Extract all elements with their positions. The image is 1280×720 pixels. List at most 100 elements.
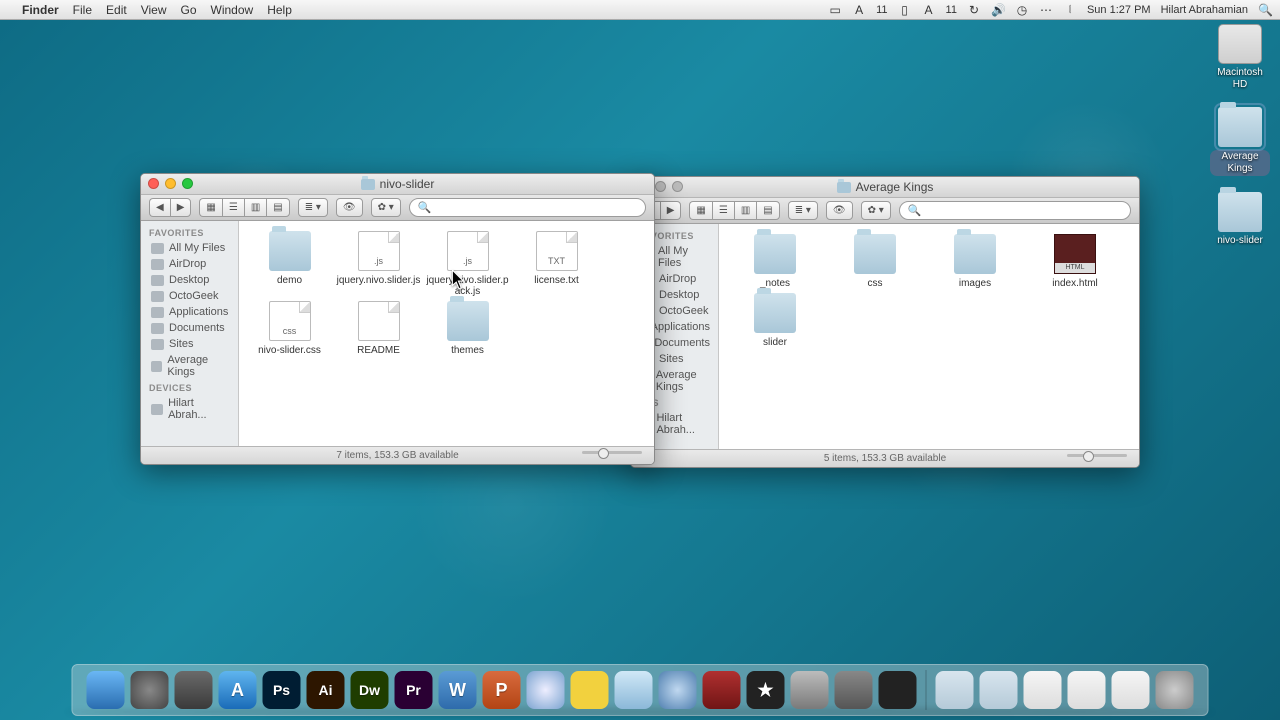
dock-app-imovie[interactable]: ★ [747,671,785,709]
sidebar-item[interactable]: Sites [141,336,238,352]
dock-app-safari[interactable] [527,671,565,709]
dock-app-illustrator[interactable]: Ai [307,671,345,709]
sidebar-item[interactable]: Hilart Abrah... [141,395,238,423]
titlebar[interactable]: nivo-slider [141,174,654,195]
column-view-button[interactable]: ▥ [734,201,756,220]
file-item[interactable]: .jsjquery.nivo.slider.js [334,231,423,297]
arrange-button[interactable]: ≣ ▾ [298,198,328,217]
file-pane[interactable]: _notescssimagesHTMLindex.html slider [719,224,1139,449]
menu-extras-icon[interactable]: ⋯ [1039,3,1053,17]
app-menu[interactable]: Finder [22,3,59,17]
action-button[interactable]: ✿ ▾ [371,198,401,217]
quicklook-button[interactable]: 👁 [826,201,853,220]
dock-folder-stack[interactable] [1112,671,1150,709]
sync-icon[interactable]: ↻ [967,3,981,17]
adobe-icon[interactable]: A [852,3,866,17]
sidebar-item[interactable]: AirDrop [141,256,238,272]
clock[interactable]: Sun 1:27 PM [1087,4,1151,16]
dock-app-premiere[interactable]: Pr [395,671,433,709]
desktop-icon-average-kings[interactable]: Average Kings [1210,107,1270,176]
file-item[interactable]: slider [725,293,825,348]
file-item[interactable]: cssnivo-slider.css [245,301,334,356]
dock-app-handbrake[interactable] [835,671,873,709]
minimize-button[interactable] [165,178,176,189]
zoom-slider[interactable] [1067,454,1127,457]
menu-help[interactable]: Help [267,3,292,17]
dock-app-powerpoint[interactable]: P [483,671,521,709]
sidebar-item[interactable]: All My Files [141,240,238,256]
finder-window-back[interactable]: Average Kings ◀ ▶ ▦ ☰ ▥ ▤ ≣ ▾ 👁 ✿ ▾ 🔍 FA… [630,176,1140,468]
file-item[interactable]: css [825,234,925,289]
menu-view[interactable]: View [141,3,167,17]
dock-documents-stack[interactable] [980,671,1018,709]
volume-icon[interactable]: 🔊 [991,3,1005,17]
desktop-icon-nivo-slider[interactable]: nivo-slider [1210,192,1270,247]
dock-app-mission-control[interactable] [175,671,213,709]
sidebar-item[interactable]: OctoGeek [141,288,238,304]
desktop-icon-hd[interactable]: Macintosh HD [1210,24,1270,91]
file-item[interactable]: images [925,234,1025,289]
dock-app-app-store[interactable]: A [219,671,257,709]
search-field[interactable]: 🔍 [899,201,1131,220]
file-item[interactable]: themes [423,301,512,356]
back-button[interactable]: ◀ [149,198,170,217]
menu-window[interactable]: Window [211,3,254,17]
menu-edit[interactable]: Edit [106,3,127,17]
dock-app-iphoto[interactable] [703,671,741,709]
sidebar-item[interactable]: Applications [141,304,238,320]
dock-applications-stack[interactable] [936,671,974,709]
dock-app-dreamweaver[interactable]: Dw [351,671,389,709]
sidebar-item[interactable]: Documents [141,320,238,336]
sidebar-item[interactable]: Average Kings [141,352,238,380]
zoom-button[interactable] [182,178,193,189]
wifi-icon[interactable]: ⧙ [1063,2,1077,17]
forward-button[interactable]: ▶ [660,201,682,220]
sidebar-item[interactable]: Desktop [141,272,238,288]
battery1-icon[interactable]: ▯ [898,3,912,17]
file-item[interactable]: _notes [725,234,825,289]
minimize-button[interactable] [655,181,666,192]
timemachine-icon[interactable]: ◷ [1015,3,1029,17]
dock-downloads-stack[interactable] [1024,671,1062,709]
file-item[interactable]: HTMLindex.html [1025,234,1125,289]
close-button[interactable] [148,178,159,189]
file-item[interactable]: README [334,301,423,356]
coverflow-view-button[interactable]: ▤ [266,198,289,217]
icon-view-button[interactable]: ▦ [199,198,221,217]
dock-app-photoshop[interactable]: Ps [263,671,301,709]
action-button[interactable]: ✿ ▾ [861,201,891,220]
dock-app-tweetdeck[interactable] [571,671,609,709]
search-field[interactable]: 🔍 [409,198,646,217]
forward-button[interactable]: ▶ [170,198,192,217]
list-view-button[interactable]: ☰ [712,201,734,220]
dock-app-final-cut[interactable] [879,671,917,709]
dock-app-word[interactable]: W [439,671,477,709]
finder-window-front[interactable]: nivo-slider ◀ ▶ ▦ ☰ ▥ ▤ ≣ ▾ 👁 ✿ ▾ 🔍 FAVO… [140,173,655,465]
arrange-button[interactable]: ≣ ▾ [788,201,818,220]
dock-app-mail[interactable] [615,671,653,709]
file-pane[interactable]: demo.jsjquery.nivo.slider.js.jsjquery.ni… [239,221,654,446]
user-menu[interactable]: Hilart Abrahamian [1161,4,1248,16]
zoom-button[interactable] [672,181,683,192]
spotlight-icon[interactable]: 🔍 [1258,3,1272,17]
dock-app-finder[interactable] [87,671,125,709]
quicklook-button[interactable]: 👁 [336,198,363,217]
file-item[interactable]: TXTlicense.txt [512,231,601,297]
dock-app-launchpad[interactable] [131,671,169,709]
titlebar[interactable]: Average Kings [631,177,1139,198]
menu-go[interactable]: Go [181,3,197,17]
adobe2-icon[interactable]: A [922,3,936,17]
display-icon[interactable]: ▭ [828,3,842,17]
dock-desktop-stack[interactable] [1068,671,1106,709]
file-item[interactable]: demo [245,231,334,297]
dock-app-preferences[interactable] [791,671,829,709]
dock-app-itunes[interactable] [659,671,697,709]
dock-trash[interactable] [1156,671,1194,709]
icon-view-button[interactable]: ▦ [689,201,711,220]
menu-file[interactable]: File [73,3,92,17]
column-view-button[interactable]: ▥ [244,198,266,217]
file-item[interactable]: .jsjquery.nivo.slider.pack.js [423,231,512,297]
list-view-button[interactable]: ☰ [222,198,244,217]
coverflow-view-button[interactable]: ▤ [756,201,779,220]
zoom-slider[interactable] [582,451,642,454]
